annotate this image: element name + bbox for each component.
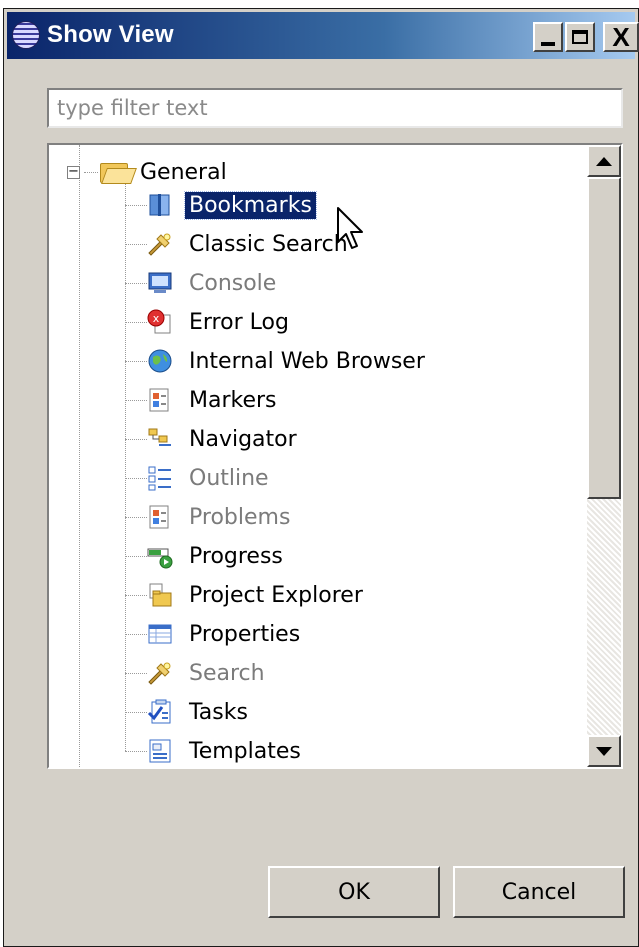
tree-item-outline[interactable]: Outline <box>125 461 273 495</box>
tree-item-label: Tasks <box>189 699 248 725</box>
tree-item-label: Templates <box>189 738 301 764</box>
tree-item-label: Search <box>189 660 265 686</box>
navigator-icon <box>148 428 171 446</box>
tree-item-tasks[interactable]: Tasks <box>125 695 252 729</box>
close-button[interactable]: X <box>603 22 639 52</box>
tree-item-label: Classic Search <box>189 231 348 257</box>
outline-icon <box>148 466 171 491</box>
filter-input[interactable] <box>47 88 623 128</box>
eclipse-icon <box>12 21 40 49</box>
properties-icon <box>148 624 172 644</box>
tree-item-console[interactable]: Console <box>125 266 280 300</box>
mouse-cursor-icon <box>337 207 363 249</box>
tree-item-problems[interactable]: Problems <box>125 500 294 534</box>
folder-open-icon <box>100 161 137 184</box>
svg-text:x: x <box>153 312 160 325</box>
tree-item-markers[interactable]: Markers <box>125 383 281 417</box>
scroll-down-button[interactable] <box>587 735 621 767</box>
tree-item-search[interactable]: Search <box>125 656 269 690</box>
minimize-button[interactable] <box>533 22 563 52</box>
minimize-icon <box>541 42 555 46</box>
search-flashlight-icon <box>148 662 171 685</box>
project-explorer-icon <box>149 583 172 607</box>
markers-icon <box>149 388 169 412</box>
arrow-down-icon <box>596 746 612 756</box>
search-flashlight-icon <box>148 233 171 256</box>
arrow-up-icon <box>596 156 612 166</box>
tree-item-bookmarks[interactable]: Bookmarks <box>125 188 317 222</box>
tree-item-label: Navigator <box>189 426 297 452</box>
maximize-button[interactable] <box>565 22 595 52</box>
ok-button[interactable]: OK <box>268 866 440 918</box>
progress-icon <box>147 548 173 569</box>
close-icon: X <box>612 22 630 52</box>
globe-icon <box>148 349 172 373</box>
tree-item-label: Console <box>189 270 277 296</box>
tree-item-label: Problems <box>189 504 291 530</box>
tree-item-progress[interactable]: Progress <box>125 539 287 573</box>
tree-item-classic-search[interactable]: Classic Search <box>125 227 352 261</box>
tree-item-label: Outline <box>189 465 269 491</box>
tree-item-label: Bookmarks <box>184 190 317 220</box>
tree-item-navigator[interactable]: Navigator <box>125 422 301 456</box>
tree-item-label: Error Log <box>189 309 289 335</box>
tree-node-general[interactable]: − General <box>67 157 227 187</box>
tree-item-label: Internal Web Browser <box>189 348 425 374</box>
scroll-up-button[interactable] <box>587 145 621 177</box>
tree-item-label: Project Explorer <box>189 582 363 608</box>
bookmarks-icon <box>149 194 170 216</box>
tree-item-internal-web-browser[interactable]: Internal Web Browser <box>125 344 429 378</box>
tree-item-label: Markers <box>189 387 277 413</box>
tree-item-label: Progress <box>189 543 283 569</box>
tree-node-label: General <box>140 159 227 185</box>
collapse-toggle-icon[interactable]: − <box>67 165 80 179</box>
title-bar[interactable]: Show View X <box>7 12 639 59</box>
window-title: Show View <box>47 21 174 48</box>
tree-scrollbar[interactable] <box>587 145 621 767</box>
console-icon <box>148 272 172 293</box>
tree-item-label: Properties <box>189 621 301 647</box>
tree-item-templates[interactable]: Templates <box>125 734 305 767</box>
scrollbar-thumb[interactable] <box>587 177 621 499</box>
tree-item-project-explorer[interactable]: Project Explorer <box>125 578 367 612</box>
tree-item-error-log[interactable]: x Error Log <box>125 305 293 339</box>
problems-icon <box>149 505 169 529</box>
cancel-button[interactable]: Cancel <box>453 866 625 918</box>
tree-item-properties[interactable]: Properties <box>125 617 304 651</box>
tasks-icon <box>147 699 171 724</box>
view-tree[interactable]: − General Bookmarks Classic Search Conso… <box>47 143 623 769</box>
error-log-icon: x <box>147 309 171 334</box>
templates-icon <box>149 739 171 763</box>
maximize-icon <box>572 30 588 44</box>
